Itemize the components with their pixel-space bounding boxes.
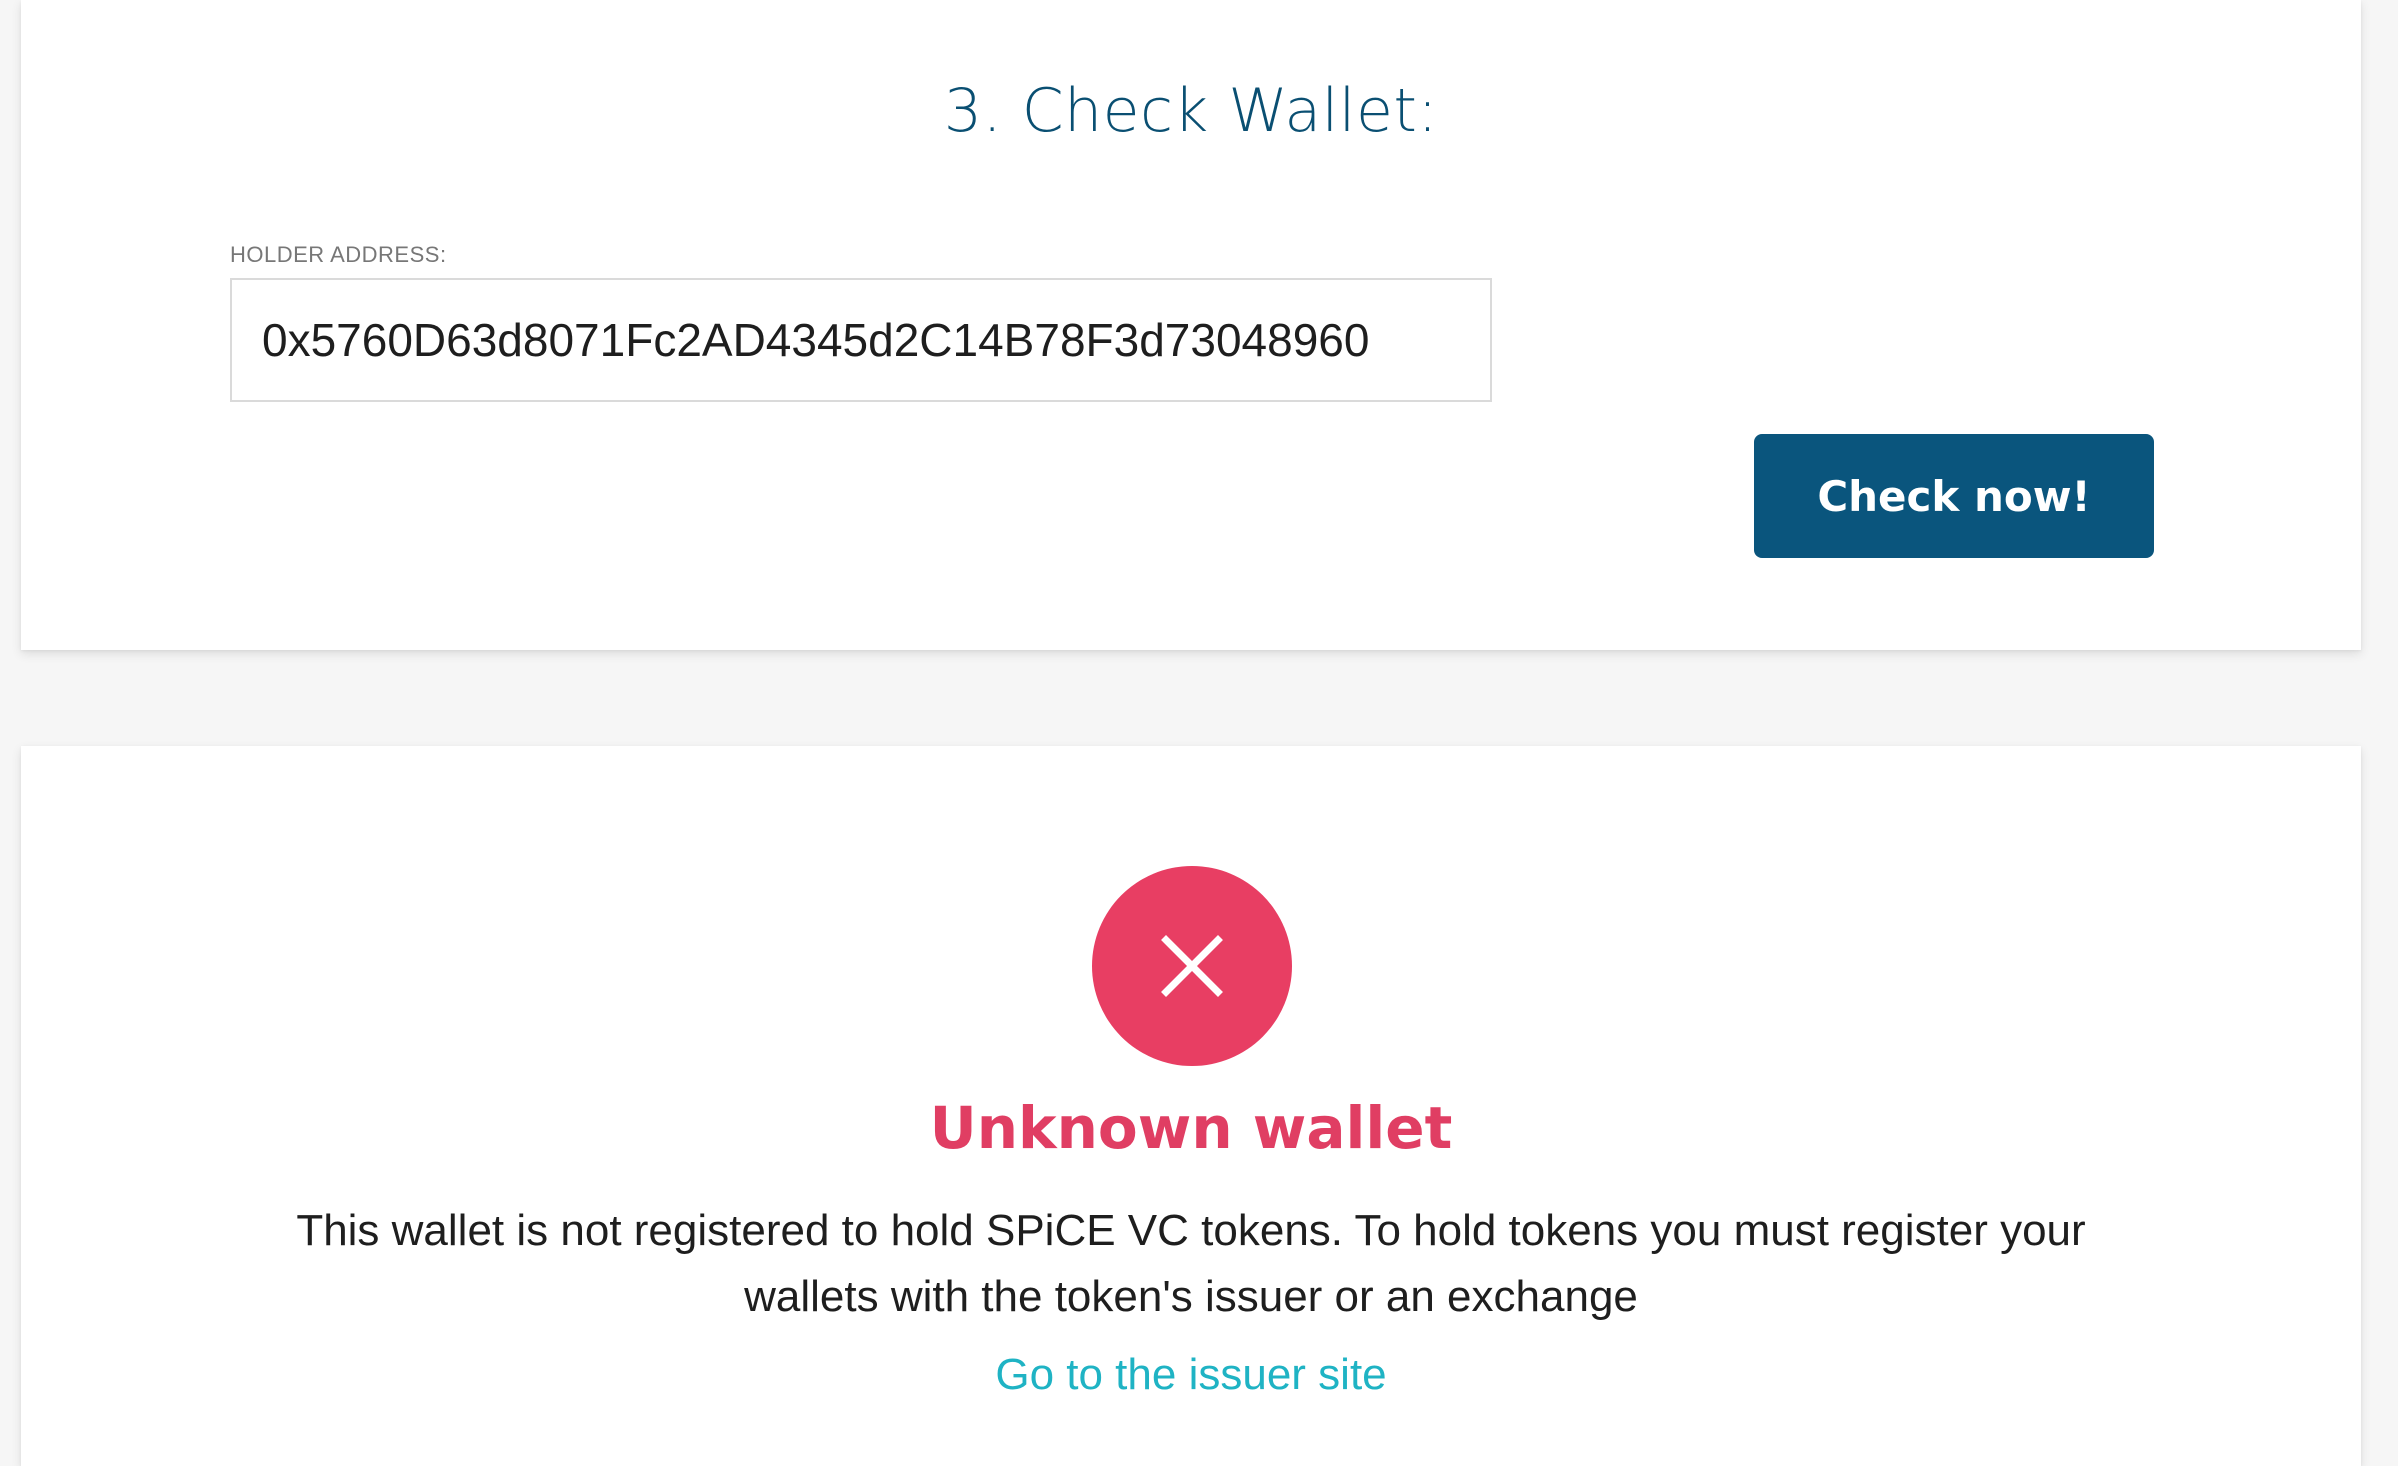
check-wallet-card: 3. Check Wallet: HOLDER ADDRESS: Check n… xyxy=(21,0,2361,650)
result-card: Unknown wallet This wallet is not regist… xyxy=(21,746,2361,1466)
holder-address-label: HOLDER ADDRESS: xyxy=(230,242,447,267)
issuer-site-link[interactable]: Go to the issuer site xyxy=(21,1350,2361,1400)
holder-address-input[interactable] xyxy=(230,278,1492,402)
close-icon xyxy=(1161,935,1223,997)
error-status-badge xyxy=(1092,866,1292,1066)
section-title: 3. Check Wallet: xyxy=(943,76,1439,146)
check-now-button[interactable]: Check now! xyxy=(1754,434,2154,558)
status-message: This wallet is not registered to hold SP… xyxy=(296,1206,2086,1321)
status-title: Unknown wallet xyxy=(929,1094,1453,1162)
